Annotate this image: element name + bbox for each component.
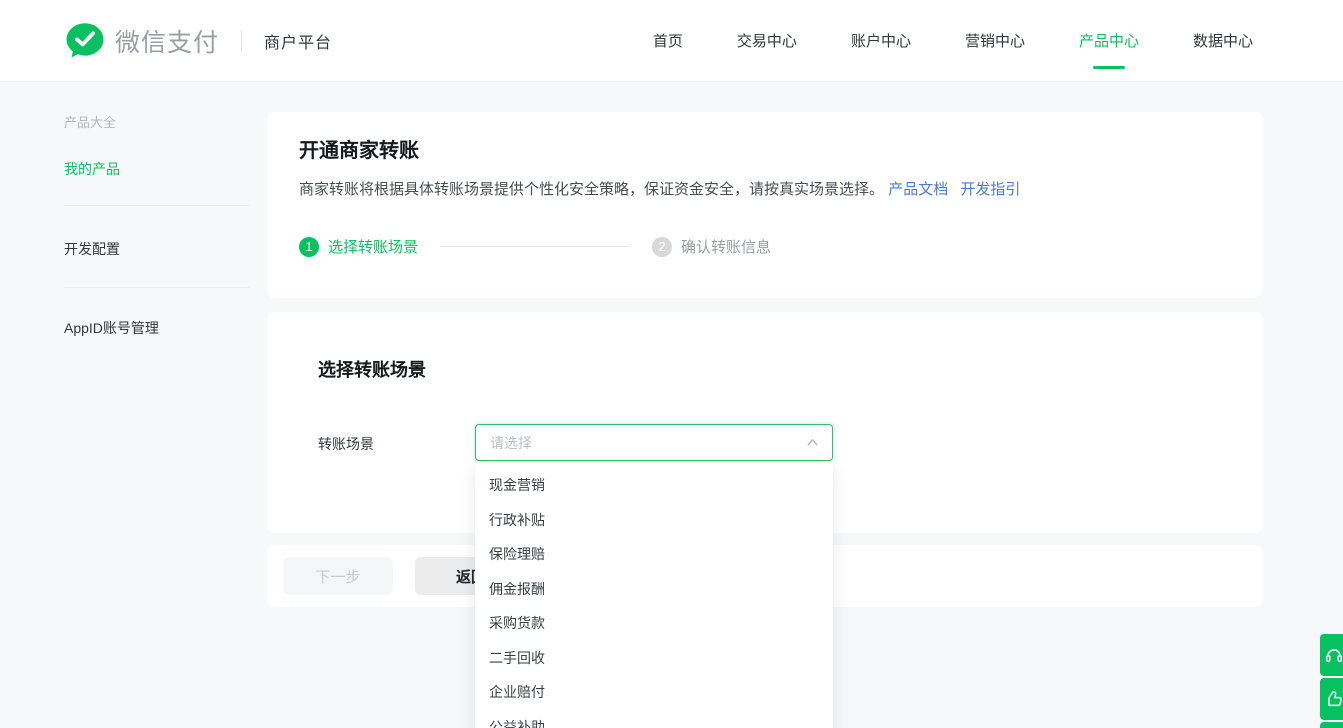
sidebar-divider [64,205,249,206]
dropdown-option-procurement[interactable]: 采购货款 [475,606,833,641]
page-description: 商家转账将根据具体转账场景提供个性化安全策略，保证资金安全，请按真实场景选择。 … [299,179,1020,201]
transfer-scene-dropdown: 现金营销 行政补贴 保险理赔 佣金报酬 采购货款 二手回收 企业赔付 公益补助 [475,462,833,728]
step-2-confirm-info: 2 确认转账信息 [652,236,771,257]
dropdown-option-enterprise-compensation[interactable]: 企业赔付 [475,675,833,710]
nav-item-home[interactable]: 首页 [653,0,683,81]
sidebar-divider [64,287,249,288]
step-2-number: 2 [652,237,672,257]
next-step-button[interactable]: 下一步 [283,557,393,595]
feedback-icon [1323,688,1343,710]
portal-name: 商户平台 [264,29,332,53]
step-2-label: 确认转账信息 [681,236,771,257]
nav-item-trade-center[interactable]: 交易中心 [737,0,797,81]
step-connector-line [440,246,630,247]
page-title: 开通商家转账 [299,134,419,163]
transfer-scene-label: 转账场景 [318,434,374,454]
sidebar-item-dev-config[interactable]: 开发配置 [64,239,120,259]
more-button[interactable] [1320,722,1343,728]
logo-divider [241,31,242,51]
brand-name: 微信支付 [115,23,219,59]
customer-service-button[interactable] [1320,634,1343,676]
dropdown-option-admin-subsidy[interactable]: 行政补贴 [475,503,833,538]
dropdown-option-insurance-claim[interactable]: 保险理赔 [475,537,833,572]
nav-item-marketing-center[interactable]: 营销中心 [965,0,1025,81]
description-text: 商家转账将根据具体转账场景提供个性化安全策略，保证资金安全，请按真实场景选择。 [299,181,884,198]
brand-logo[interactable]: 微信支付 商户平台 [65,0,332,81]
page: 微信支付 商户平台 首页 交易中心 账户中心 营销中心 产品中心 数据中心 产品… [0,0,1343,728]
top-nav: 首页 交易中心 账户中心 营销中心 产品中心 数据中心 [653,0,1253,81]
dropdown-option-secondhand-recycle[interactable]: 二手回收 [475,641,833,676]
step-1-select-scene: 1 选择转账场景 [299,236,418,257]
step-indicator: 1 选择转账场景 2 确认转账信息 [299,236,771,257]
transfer-scene-select[interactable]: 请选择 [475,424,833,461]
sidebar-item-appid-management[interactable]: AppID账号管理 [64,318,159,338]
step-1-number: 1 [299,237,319,257]
nav-item-data-center[interactable]: 数据中心 [1193,0,1253,81]
top-header: 微信支付 商户平台 首页 交易中心 账户中心 营销中心 产品中心 数据中心 [0,0,1343,82]
step-1-label: 选择转账场景 [328,236,418,257]
feedback-button[interactable] [1320,678,1343,720]
section-title: 选择转账场景 [318,356,426,382]
customer-service-icon [1323,644,1343,666]
sidebar-item-my-products[interactable]: 我的产品 [64,159,120,179]
nav-item-account-center[interactable]: 账户中心 [851,0,911,81]
product-doc-link[interactable]: 产品文档 [888,181,948,198]
nav-item-product-center[interactable]: 产品中心 [1079,0,1139,81]
intro-card: 开通商家转账 商家转账将根据具体转账场景提供个性化安全策略，保证资金安全，请按真… [267,112,1263,298]
dropdown-option-cash-marketing[interactable]: 现金营销 [475,468,833,503]
wechat-pay-logo-icon [65,21,105,61]
dev-guide-link[interactable]: 开发指引 [960,181,1020,198]
dropdown-option-public-welfare[interactable]: 公益补助 [475,710,833,728]
dropdown-option-commission[interactable]: 佣金报酬 [475,572,833,607]
sidebar-section-products: 产品大全 [64,112,116,131]
select-placeholder: 请选择 [490,433,806,453]
chevron-up-icon [806,436,819,449]
